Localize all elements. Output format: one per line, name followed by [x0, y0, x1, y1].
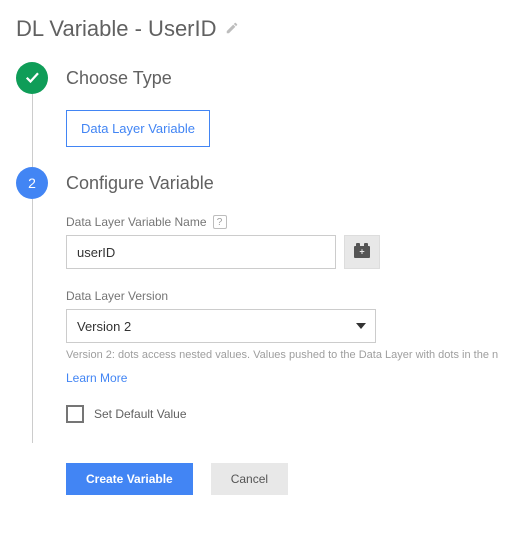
variable-name-row	[66, 235, 523, 269]
step-number: 2	[28, 175, 36, 191]
page-title-text: DL Variable - UserID	[16, 16, 217, 42]
create-variable-button[interactable]: Create Variable	[66, 463, 193, 495]
version-hint: Version 2: dots access nested values. Va…	[66, 349, 523, 361]
learn-more-link[interactable]: Learn More	[66, 371, 127, 385]
variable-name-label: Data Layer Variable Name ?	[66, 215, 523, 229]
default-value-label: Set Default Value	[94, 407, 187, 421]
step-badge-current: 2	[16, 167, 48, 199]
variable-name-label-text: Data Layer Variable Name	[66, 215, 207, 229]
page-title: DL Variable - UserID	[16, 16, 523, 42]
step2-title: Configure Variable	[66, 167, 523, 199]
step-badge-done	[16, 62, 48, 94]
action-buttons: Create Variable Cancel	[16, 463, 523, 495]
brick-icon	[354, 246, 370, 258]
field-variable-name: Data Layer Variable Name ?	[66, 215, 523, 269]
version-select[interactable]: Version 2	[66, 309, 376, 343]
insert-variable-button[interactable]	[344, 235, 380, 269]
field-version: Data Layer Version Version 2 Version 2: …	[66, 289, 523, 385]
step-configure-variable: 2 Configure Variable Data Layer Variable…	[16, 167, 523, 443]
version-label: Data Layer Version	[66, 289, 523, 303]
version-select-wrap: Version 2	[66, 309, 376, 343]
default-value-row: Set Default Value	[66, 405, 523, 423]
default-value-checkbox[interactable]	[66, 405, 84, 423]
step-connector-line	[32, 94, 33, 167]
step1-title: Choose Type	[66, 62, 523, 94]
checkmark-icon	[23, 68, 41, 89]
selected-type-box[interactable]: Data Layer Variable	[66, 110, 210, 147]
steps-container: Choose Type Data Layer Variable 2 Config…	[16, 62, 523, 443]
step-connector-line	[32, 199, 33, 443]
help-icon[interactable]: ?	[213, 215, 227, 229]
cancel-button[interactable]: Cancel	[211, 463, 288, 495]
step-choose-type: Choose Type Data Layer Variable	[16, 62, 523, 167]
pencil-icon[interactable]	[225, 21, 239, 38]
variable-name-input[interactable]	[66, 235, 336, 269]
